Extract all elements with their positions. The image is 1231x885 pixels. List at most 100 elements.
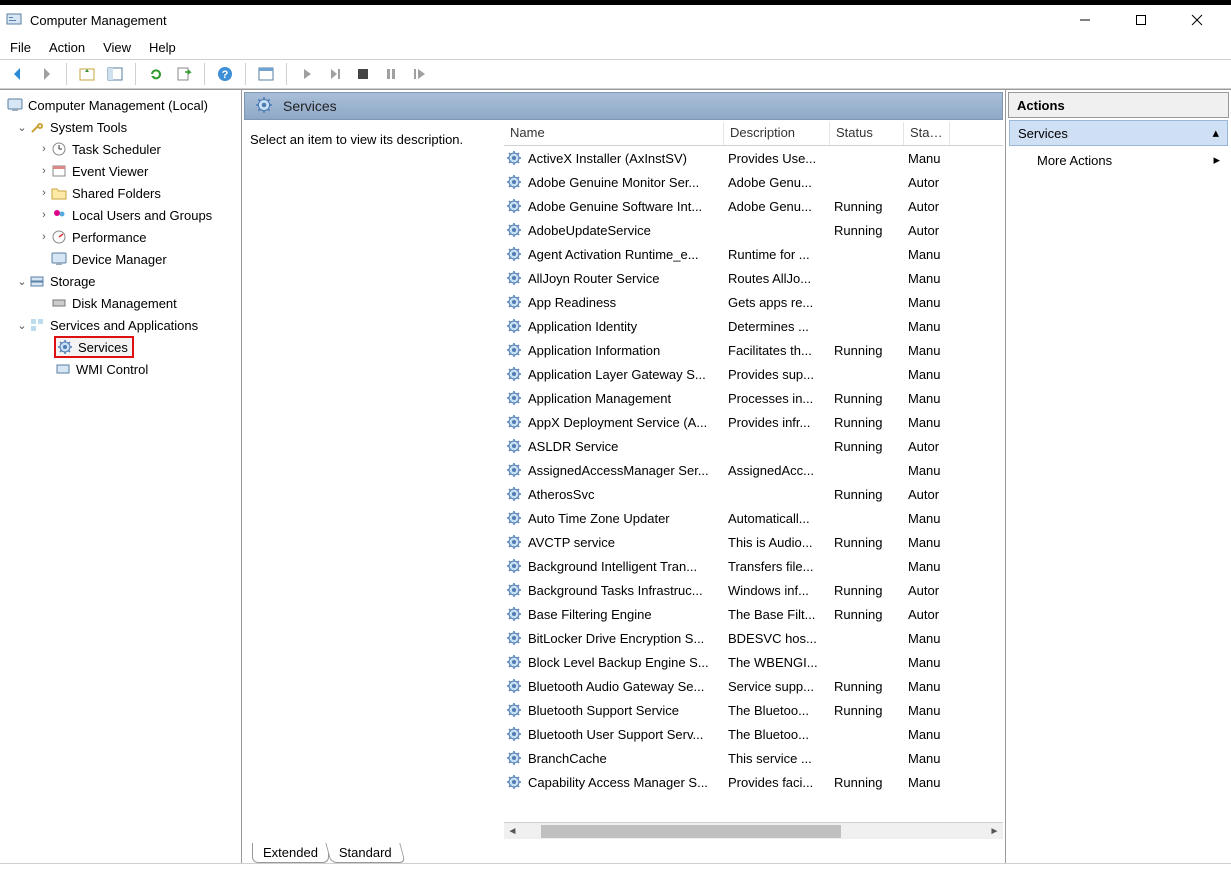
- tree-task-scheduler[interactable]: › Task Scheduler: [0, 138, 241, 160]
- actions-section-services[interactable]: Services ▴: [1009, 120, 1228, 146]
- service-row[interactable]: AdobeUpdateServiceRunningAutor: [504, 218, 1003, 242]
- service-row[interactable]: Auto Time Zone UpdaterAutomaticall...Man…: [504, 506, 1003, 530]
- service-row[interactable]: Application InformationFacilitates th...…: [504, 338, 1003, 362]
- close-button[interactable]: [1179, 6, 1215, 34]
- service-row[interactable]: Application Layer Gateway S...Provides s…: [504, 362, 1003, 386]
- col-startup[interactable]: Startu: [904, 122, 950, 145]
- menu-view[interactable]: View: [103, 40, 131, 55]
- gear-icon: [56, 339, 74, 355]
- gear-icon: [504, 198, 524, 214]
- expand-icon[interactable]: ›: [38, 209, 50, 221]
- tree-services-apps[interactable]: ⌄ Services and Applications: [0, 314, 241, 336]
- service-row[interactable]: AssignedAccessManager Ser...AssignedAcc.…: [504, 458, 1003, 482]
- service-desc: Adobe Genu...: [724, 199, 830, 214]
- service-name: Background Intelligent Tran...: [524, 559, 724, 574]
- show-hide-tree-button[interactable]: [103, 62, 127, 86]
- service-status: Running: [830, 775, 904, 790]
- up-button[interactable]: [75, 62, 99, 86]
- tree-performance[interactable]: › Performance: [0, 226, 241, 248]
- services-header: Services: [244, 92, 1003, 120]
- restart-button[interactable]: [407, 62, 431, 86]
- service-desc: The Bluetoo...: [724, 703, 830, 718]
- tab-extended[interactable]: Extended: [252, 843, 329, 863]
- service-row[interactable]: Agent Activation Runtime_e...Runtime for…: [504, 242, 1003, 266]
- tree-pane[interactable]: Computer Management (Local) ⌄ System Too…: [0, 90, 242, 863]
- disk-icon: [50, 295, 68, 311]
- service-row[interactable]: App ReadinessGets apps re...Manu: [504, 290, 1003, 314]
- menu-file[interactable]: File: [10, 40, 31, 55]
- scroll-left-icon[interactable]: ◄: [504, 823, 521, 840]
- tree-event-viewer[interactable]: › Event Viewer: [0, 160, 241, 182]
- service-row[interactable]: Adobe Genuine Monitor Ser...Adobe Genu..…: [504, 170, 1003, 194]
- expand-icon[interactable]: ›: [38, 165, 50, 177]
- service-row[interactable]: BitLocker Drive Encryption S...BDESVC ho…: [504, 626, 1003, 650]
- service-row[interactable]: AtherosSvcRunningAutor: [504, 482, 1003, 506]
- scroll-thumb[interactable]: [541, 825, 841, 838]
- service-row[interactable]: Base Filtering EngineThe Base Filt...Run…: [504, 602, 1003, 626]
- service-row[interactable]: Background Tasks Infrastruc...Windows in…: [504, 578, 1003, 602]
- more-actions[interactable]: More Actions ▸: [1009, 146, 1228, 174]
- forward-button[interactable]: [34, 62, 58, 86]
- menu-action[interactable]: Action: [49, 40, 85, 55]
- tree-device-manager[interactable]: › Device Manager: [0, 248, 241, 270]
- select-columns-button[interactable]: [254, 62, 278, 86]
- service-name: AllJoyn Router Service: [524, 271, 724, 286]
- service-row[interactable]: AllJoyn Router ServiceRoutes AllJo...Man…: [504, 266, 1003, 290]
- service-row[interactable]: Bluetooth User Support Serv...The Blueto…: [504, 722, 1003, 746]
- tree-root[interactable]: Computer Management (Local): [0, 94, 241, 116]
- service-desc: Adobe Genu...: [724, 175, 830, 190]
- service-name: App Readiness: [524, 295, 724, 310]
- service-row[interactable]: ActiveX Installer (AxInstSV)Provides Use…: [504, 146, 1003, 170]
- tree-local-users[interactable]: › Local Users and Groups: [0, 204, 241, 226]
- service-row[interactable]: BranchCacheThis service ...Manu: [504, 746, 1003, 770]
- service-row[interactable]: AppX Deployment Service (A...Provides in…: [504, 410, 1003, 434]
- service-desc: Facilitates th...: [724, 343, 830, 358]
- tree-storage[interactable]: ⌄ Storage: [0, 270, 241, 292]
- play-button[interactable]: [295, 62, 319, 86]
- collapse-icon[interactable]: ⌄: [16, 121, 28, 134]
- col-status[interactable]: Status: [830, 122, 904, 145]
- pause-button[interactable]: [379, 62, 403, 86]
- collapse-icon[interactable]: ⌄: [16, 319, 28, 332]
- service-row[interactable]: Block Level Backup Engine S...The WBENGI…: [504, 650, 1003, 674]
- service-row[interactable]: Application IdentityDetermines ...Manu: [504, 314, 1003, 338]
- menu-help[interactable]: Help: [149, 40, 176, 55]
- back-button[interactable]: [6, 62, 30, 86]
- scroll-right-icon[interactable]: ►: [986, 823, 1003, 840]
- tree-services[interactable]: Services: [0, 336, 241, 358]
- service-row[interactable]: ASLDR ServiceRunningAutor: [504, 434, 1003, 458]
- service-row[interactable]: Capability Access Manager S...Provides f…: [504, 770, 1003, 794]
- service-start: Manu: [904, 343, 950, 358]
- tree-disk-management[interactable]: › Disk Management: [0, 292, 241, 314]
- service-row[interactable]: Bluetooth Audio Gateway Se...Service sup…: [504, 674, 1003, 698]
- expand-icon[interactable]: ›: [38, 143, 50, 155]
- expand-icon[interactable]: ›: [38, 231, 50, 243]
- tree-system-tools[interactable]: ⌄ System Tools: [0, 116, 241, 138]
- tree-wmi[interactable]: WMI Control: [0, 358, 241, 380]
- service-name: Bluetooth User Support Serv...: [524, 727, 724, 742]
- service-desc: Determines ...: [724, 319, 830, 334]
- minimize-button[interactable]: [1067, 6, 1103, 34]
- col-description[interactable]: Description: [724, 122, 830, 145]
- tab-standard[interactable]: Standard: [325, 843, 405, 863]
- tree-shared-folders[interactable]: › Shared Folders: [0, 182, 241, 204]
- service-start: Manu: [904, 271, 950, 286]
- service-row[interactable]: Background Intelligent Tran...Transfers …: [504, 554, 1003, 578]
- expand-icon[interactable]: ›: [38, 187, 50, 199]
- horizontal-scrollbar[interactable]: ◄ ►: [504, 822, 1003, 839]
- maximize-button[interactable]: [1123, 6, 1159, 34]
- export-button[interactable]: [172, 62, 196, 86]
- service-row[interactable]: Application ManagementProcesses in...Run…: [504, 386, 1003, 410]
- stop-button[interactable]: [351, 62, 375, 86]
- service-row[interactable]: Bluetooth Support ServiceThe Bluetoo...R…: [504, 698, 1003, 722]
- play-all-button[interactable]: [323, 62, 347, 86]
- services-list[interactable]: ActiveX Installer (AxInstSV)Provides Use…: [504, 146, 1003, 822]
- collapse-icon[interactable]: ⌄: [16, 275, 28, 288]
- service-row[interactable]: Adobe Genuine Software Int...Adobe Genu.…: [504, 194, 1003, 218]
- help-button[interactable]: ?: [213, 62, 237, 86]
- refresh-button[interactable]: [144, 62, 168, 86]
- service-name: AVCTP service: [524, 535, 724, 550]
- gear-icon: [504, 246, 524, 262]
- col-name[interactable]: Name: [504, 122, 724, 145]
- service-row[interactable]: AVCTP serviceThis is Audio...RunningManu: [504, 530, 1003, 554]
